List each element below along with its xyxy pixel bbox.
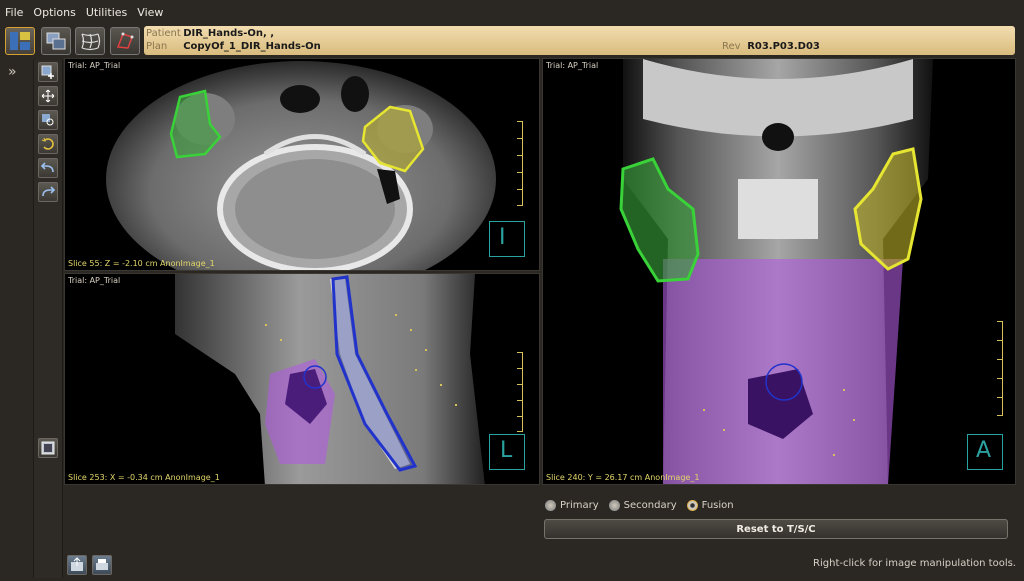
axial-viewport[interactable]: Trial: AP_Trial Slice 55: Z = -2.10 cm A… — [64, 58, 540, 271]
menu-options[interactable]: Options — [33, 6, 75, 19]
sagittal-orientation-indicator: L — [489, 434, 525, 470]
sagittal-slice-label: Slice 253: X = -0.34 cm AnonImage_1 — [68, 473, 220, 482]
pan-tool[interactable] — [38, 86, 58, 106]
coronal-trial-label: Trial: AP_Trial — [546, 61, 599, 70]
deformation-grid-icon — [81, 33, 101, 51]
sagittal-trial-label: Trial: AP_Trial — [68, 276, 121, 285]
sagittal-scale-ruler — [513, 352, 523, 432]
sagittal-ct-image — [175, 274, 485, 484]
display-mode-group: Primary Secondary Fusion — [543, 496, 742, 514]
coronal-slice-label: Slice 240: Y = 26.17 cm AnonImage_1 — [546, 473, 700, 482]
radio-fusion-indicator[interactable] — [686, 499, 698, 511]
coronal-orientation-indicator: A — [967, 434, 1003, 470]
radio-primary-label: Primary — [560, 499, 599, 511]
redo-tool[interactable] — [38, 182, 58, 202]
axial-slice-label: Slice 55: Z = -2.10 cm AnonImage_1 — [68, 259, 215, 268]
menu-file[interactable]: File — [5, 6, 23, 19]
layout-grid-button[interactable] — [5, 27, 35, 55]
export-icon — [71, 557, 83, 571]
toolbar: Patient DIR_Hands-On, , Plan CopyOf_1_DI… — [0, 24, 1024, 60]
move-arrows-icon — [41, 89, 55, 103]
undo-tool[interactable] — [38, 158, 58, 178]
plan-name: CopyOf_1_DIR_Hands-On — [183, 41, 321, 52]
contour-tool-button[interactable] — [110, 27, 140, 55]
radio-secondary-label: Secondary — [623, 499, 677, 511]
snapshot-tool[interactable] — [38, 438, 58, 458]
reset-view-button[interactable]: Reset to T/S/C — [544, 519, 1008, 539]
menu-view[interactable]: View — [137, 6, 163, 19]
radio-secondary[interactable]: Secondary — [607, 499, 677, 511]
patient-name: DIR_Hands-On, , — [183, 28, 275, 39]
coronal-scale-ruler — [993, 321, 1003, 416]
zoom-tool[interactable] — [38, 110, 58, 130]
coronal-viewport[interactable]: Trial: AP_Trial Slice 240: Y = 26.17 cm … — [542, 58, 1016, 485]
patient-info-bar: Patient DIR_Hands-On, , Plan CopyOf_1_DI… — [144, 26, 1015, 55]
rotate-icon — [41, 137, 54, 150]
radio-fusion-label: Fusion — [701, 499, 734, 511]
undo-icon — [41, 162, 54, 173]
rotate-tool[interactable] — [38, 134, 58, 154]
axial-ct-image — [106, 61, 496, 270]
rev-label: Rev — [722, 41, 741, 52]
axial-scale-ruler — [513, 121, 523, 206]
axial-trial-label: Trial: AP_Trial — [68, 61, 121, 70]
axial-orientation-indicator: I — [489, 221, 525, 257]
tool-column — [33, 60, 63, 578]
rev-value: R03.P03.D03 — [747, 41, 820, 52]
window-icon — [41, 441, 55, 455]
coronal-ct-image — [619, 59, 933, 484]
contour-tool-icon — [116, 32, 134, 49]
patient-label: Patient — [146, 28, 181, 39]
radio-fusion[interactable]: Fusion — [685, 499, 734, 511]
add-region-icon — [41, 65, 54, 79]
print-tool[interactable] — [92, 555, 112, 575]
add-region-tool[interactable] — [38, 62, 58, 82]
compare-images-icon — [46, 32, 66, 50]
left-sidebar: » — [4, 60, 28, 578]
expand-chevron-icon[interactable]: » — [8, 64, 17, 80]
deformation-grid-button[interactable] — [75, 27, 105, 55]
radio-primary-indicator[interactable] — [545, 499, 556, 511]
status-hint: Right-click for image manipulation tools… — [813, 558, 1016, 569]
export-tool[interactable] — [67, 555, 87, 575]
menu-utilities[interactable]: Utilities — [86, 6, 127, 19]
layout-grid-icon — [10, 32, 30, 50]
zoom-icon — [42, 114, 54, 126]
plan-label: Plan — [146, 41, 168, 52]
menubar: File Options Utilities View — [0, 0, 1024, 24]
radio-secondary-indicator[interactable] — [608, 499, 620, 511]
print-icon — [96, 559, 108, 570]
radio-primary[interactable]: Primary — [543, 499, 599, 511]
compare-images-button[interactable] — [41, 27, 71, 55]
sagittal-viewport[interactable]: Trial: AP_Trial Slice 253: X = -0.34 cm … — [64, 273, 540, 485]
redo-icon — [42, 186, 55, 197]
